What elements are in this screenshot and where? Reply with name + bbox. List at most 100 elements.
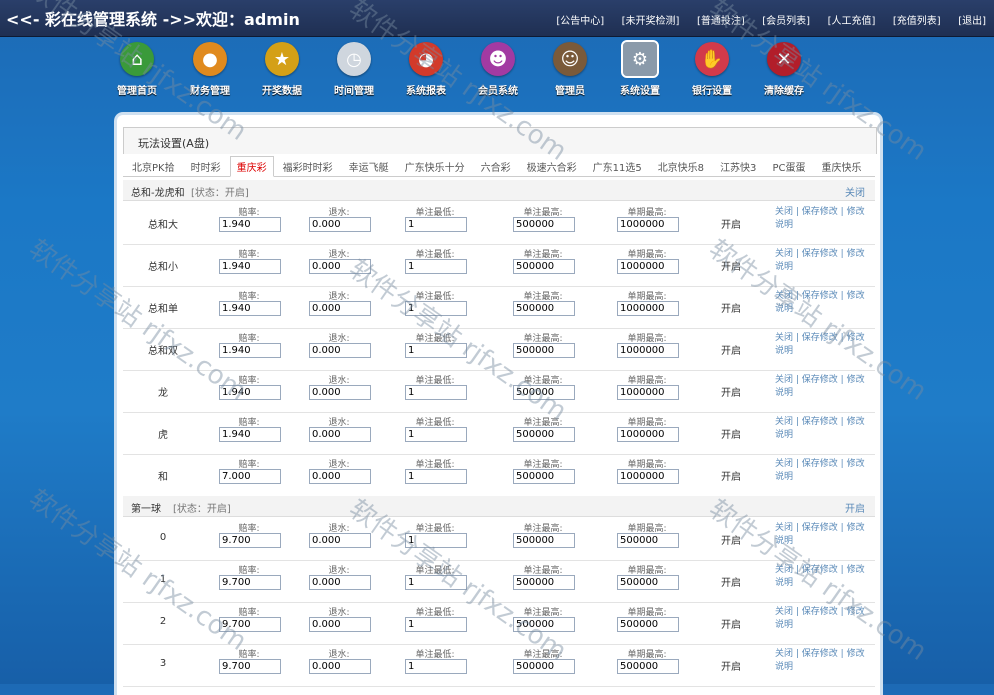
nav-item-broom[interactable]: ✕ 清除缓存	[752, 42, 816, 97]
note-link[interactable]: 说明	[775, 536, 793, 546]
tab-11[interactable]: PC蛋蛋	[765, 156, 812, 177]
save-link[interactable]: 保存修改	[802, 333, 838, 343]
close-link[interactable]: 关闭	[775, 417, 793, 427]
link-recharge-list[interactable]: [充值列表]	[893, 16, 941, 27]
max-input[interactable]	[513, 385, 575, 400]
min-input[interactable]	[405, 575, 467, 590]
close-link[interactable]: 关闭	[775, 607, 793, 617]
link-undrawn-check[interactable]: [未开奖检测]	[622, 16, 680, 27]
tab-12[interactable]: 重庆快乐	[814, 156, 868, 177]
tab-0[interactable]: 北京PK拾	[125, 156, 182, 177]
tab-1[interactable]: 时时彩	[184, 156, 228, 177]
rebate-input[interactable]	[309, 427, 371, 442]
min-input[interactable]	[405, 217, 467, 232]
min-input[interactable]	[405, 617, 467, 632]
save-link[interactable]: 保存修改	[802, 565, 838, 575]
edit-link[interactable]: 修改	[847, 333, 865, 343]
link-normal-bet[interactable]: [普通投注]	[697, 16, 745, 27]
close-link[interactable]: 关闭	[775, 291, 793, 301]
rebate-input[interactable]	[309, 343, 371, 358]
section-toggle-button[interactable]: 开启	[845, 500, 865, 515]
link-notice-center[interactable]: [公告中心]	[556, 16, 604, 27]
max-input[interactable]	[513, 533, 575, 548]
min-input[interactable]	[405, 659, 467, 674]
max-input[interactable]	[513, 217, 575, 232]
edit-link[interactable]: 修改	[847, 565, 865, 575]
edit-link[interactable]: 修改	[847, 291, 865, 301]
min-input[interactable]	[405, 259, 467, 274]
nav-item-medal[interactable]: ★ 开奖数据	[250, 42, 314, 97]
min-input[interactable]	[405, 385, 467, 400]
period_max-input[interactable]	[617, 533, 679, 548]
max-input[interactable]	[513, 427, 575, 442]
edit-link[interactable]: 修改	[847, 375, 865, 385]
max-input[interactable]	[513, 343, 575, 358]
nav-item-money-bag[interactable]: ● 财务管理	[178, 42, 242, 97]
save-link[interactable]: 保存修改	[802, 249, 838, 259]
max-input[interactable]	[513, 575, 575, 590]
note-link[interactable]: 说明	[775, 346, 793, 356]
odds-input[interactable]	[219, 575, 281, 590]
odds-input[interactable]	[219, 217, 281, 232]
save-link[interactable]: 保存修改	[802, 649, 838, 659]
odds-input[interactable]	[219, 385, 281, 400]
save-link[interactable]: 保存修改	[802, 291, 838, 301]
rebate-input[interactable]	[309, 259, 371, 274]
odds-input[interactable]	[219, 659, 281, 674]
tab-9[interactable]: 北京快乐8	[651, 156, 711, 177]
max-input[interactable]	[513, 301, 575, 316]
note-link[interactable]: 说明	[775, 304, 793, 314]
note-link[interactable]: 说明	[775, 620, 793, 630]
edit-link[interactable]: 修改	[847, 417, 865, 427]
tab-3[interactable]: 福彩时时彩	[276, 156, 340, 177]
edit-link[interactable]: 修改	[847, 207, 865, 217]
edit-link[interactable]: 修改	[847, 459, 865, 469]
edit-link[interactable]: 修改	[847, 649, 865, 659]
nav-item-admin[interactable]: ☺ 管理员	[538, 42, 602, 97]
note-link[interactable]: 说明	[775, 578, 793, 588]
note-link[interactable]: 说明	[775, 430, 793, 440]
note-link[interactable]: 说明	[775, 388, 793, 398]
rebate-input[interactable]	[309, 533, 371, 548]
rebate-input[interactable]	[309, 469, 371, 484]
tab-2[interactable]: 重庆彩	[229, 156, 274, 177]
close-link[interactable]: 关闭	[775, 375, 793, 385]
tab-4[interactable]: 幸运飞艇	[342, 156, 396, 177]
nav-item-bank-hand[interactable]: ✋ 银行设置	[680, 42, 744, 97]
close-link[interactable]: 关闭	[775, 249, 793, 259]
section-toggle-button[interactable]: 关闭	[845, 184, 865, 199]
max-input[interactable]	[513, 659, 575, 674]
nav-item-home[interactable]: ⌂ 管理首页	[105, 42, 169, 97]
min-input[interactable]	[405, 301, 467, 316]
period_max-input[interactable]	[617, 659, 679, 674]
period_max-input[interactable]	[617, 301, 679, 316]
note-link[interactable]: 说明	[775, 472, 793, 482]
odds-input[interactable]	[219, 533, 281, 548]
note-link[interactable]: 说明	[775, 220, 793, 230]
save-link[interactable]: 保存修改	[802, 523, 838, 533]
period_max-input[interactable]	[617, 617, 679, 632]
nav-item-users[interactable]: ☻ 会员系统	[466, 42, 530, 97]
min-input[interactable]	[405, 427, 467, 442]
save-link[interactable]: 保存修改	[802, 417, 838, 427]
nav-item-clock[interactable]: ◷ 时间管理	[322, 42, 386, 97]
period_max-input[interactable]	[617, 385, 679, 400]
period_max-input[interactable]	[617, 217, 679, 232]
period_max-input[interactable]	[617, 259, 679, 274]
rebate-input[interactable]	[309, 385, 371, 400]
tab-7[interactable]: 极速六合彩	[520, 156, 584, 177]
nav-item-gear[interactable]: ⚙ 系统设置	[608, 40, 672, 97]
tab-8[interactable]: 广东11选5	[586, 156, 649, 177]
nav-item-pie-chart[interactable]: ◕ 系统报表	[394, 42, 458, 97]
close-link[interactable]: 关闭	[775, 333, 793, 343]
min-input[interactable]	[405, 533, 467, 548]
odds-input[interactable]	[219, 427, 281, 442]
min-input[interactable]	[405, 343, 467, 358]
min-input[interactable]	[405, 469, 467, 484]
note-link[interactable]: 说明	[775, 662, 793, 672]
tab-6[interactable]: 六合彩	[474, 156, 518, 177]
close-link[interactable]: 关闭	[775, 523, 793, 533]
edit-link[interactable]: 修改	[847, 607, 865, 617]
rebate-input[interactable]	[309, 617, 371, 632]
note-link[interactable]: 说明	[775, 262, 793, 272]
